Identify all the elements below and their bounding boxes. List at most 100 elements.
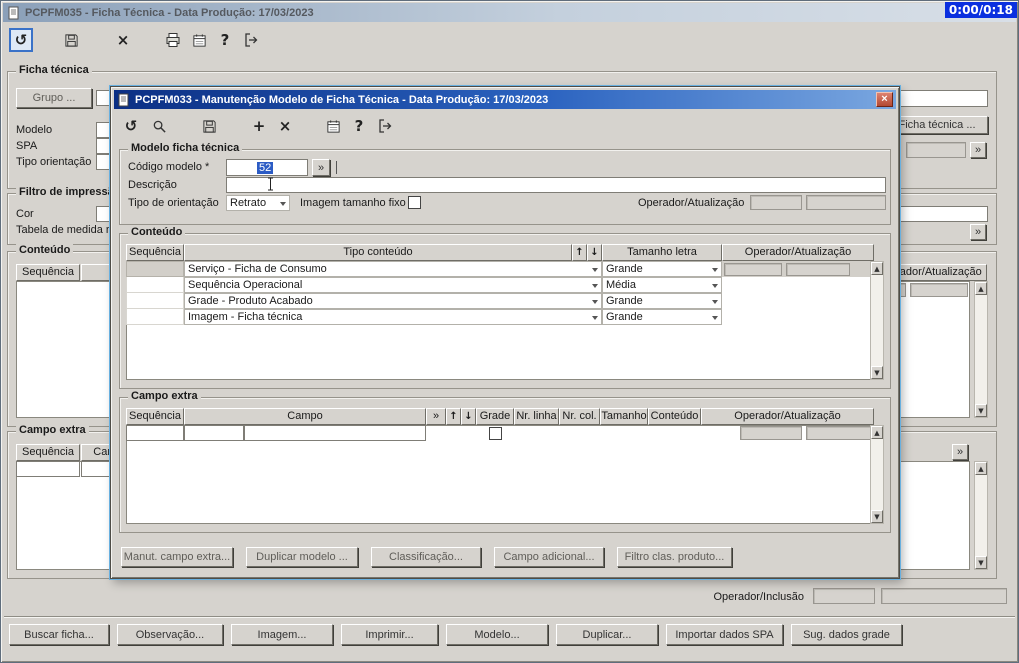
search-button[interactable] [147, 114, 171, 138]
codigo-modelo-input[interactable]: 52 [226, 159, 308, 176]
campo-column-header[interactable]: Campo [184, 408, 426, 425]
modelo-button[interactable]: Modelo... [446, 624, 548, 645]
ficha-tecnica-button[interactable]: Ficha técnica ... [886, 116, 988, 134]
add-button[interactable]: + [247, 114, 271, 138]
sequencia-cell[interactable] [126, 277, 184, 293]
refresh-button[interactable]: ↺ [119, 114, 143, 138]
fieldset-conteudo: Conteúdo Sequência Tipo conteúdo ↑ ↓ Tam… [119, 226, 891, 389]
manut-campo-extra-button[interactable]: Manut. campo extra... [121, 547, 233, 567]
more-options-button[interactable]: » [952, 444, 968, 460]
dialog-titlebar[interactable]: PCPFM033 - Manutenção Modelo de Ficha Té… [114, 90, 896, 109]
move-up-header-button[interactable]: ↑ [572, 244, 587, 261]
sug-dados-grade-button[interactable]: Sug. dados grade [791, 624, 902, 645]
save-button[interactable] [59, 28, 83, 52]
scroll-up-button[interactable]: ▲ [871, 262, 883, 275]
tamanho-letra-select[interactable]: Média [602, 277, 722, 293]
descricao-input[interactable] [226, 177, 886, 193]
campo-lookup-header-button[interactable]: » [426, 408, 446, 425]
conteudo-column-header[interactable]: Conteúdo [648, 408, 701, 425]
scroll-down-button[interactable]: ▼ [975, 404, 987, 417]
nr-linha-column-header[interactable]: Nr. linha [514, 408, 559, 425]
modelo-label: Modelo [16, 124, 53, 136]
tamanho-letra-select[interactable]: Grande [602, 309, 722, 325]
tipo-conteudo-select[interactable]: Grade - Produto Acabado [184, 293, 602, 309]
operador-column-header[interactable]: Operador/Atualização [701, 408, 874, 425]
scroll-down-button[interactable]: ▼ [871, 366, 883, 379]
sequencia-column-header[interactable]: Sequência [126, 244, 184, 261]
scroll-up-button[interactable]: ▲ [871, 426, 883, 439]
selected-option: Grande [606, 311, 643, 323]
readonly-operador-cell [910, 283, 968, 297]
sequencia-cell[interactable] [126, 309, 184, 325]
conteudo-scrollbar[interactable]: ▲ ▼ [870, 261, 884, 380]
imagem-tamanho-fixo-checkbox[interactable] [408, 196, 421, 209]
duplicar-button[interactable]: Duplicar... [556, 624, 658, 645]
tamanho-column-header[interactable]: Tamanho [600, 408, 648, 425]
observacao-button[interactable]: Observação... [117, 624, 223, 645]
scroll-down-button[interactable]: ▼ [975, 556, 987, 569]
save-button[interactable] [197, 114, 221, 138]
grupo-button[interactable]: Grupo ... [16, 88, 92, 108]
tamanho-letra-select[interactable]: Grande [602, 261, 722, 277]
print-button[interactable] [161, 28, 185, 52]
tipo-conteudo-select[interactable]: Imagem - Ficha técnica [184, 309, 602, 325]
dialog-close-button[interactable]: × [876, 92, 893, 107]
conteudo-scrollbar[interactable]: ▲ ▼ [974, 281, 988, 418]
scroll-up-button[interactable]: ▲ [975, 462, 987, 475]
scroll-up-button[interactable]: ▲ [975, 282, 987, 295]
sequencia-column-header[interactable]: Sequência [126, 408, 184, 425]
sequencia-cell-input[interactable] [126, 425, 184, 441]
calendar-icon [192, 33, 206, 47]
dropdown-arrow-icon [712, 316, 718, 320]
campo-extra-scrollbar[interactable]: ▲ ▼ [974, 461, 988, 570]
move-up-header-button[interactable]: ↑ [446, 408, 461, 425]
duplicar-modelo-button[interactable]: Duplicar modelo ... [246, 547, 358, 567]
bottom-divider [4, 616, 1015, 618]
grade-column-header[interactable]: Grade [476, 408, 514, 425]
close-icon: × [881, 93, 888, 105]
campo-description-cell-input[interactable] [244, 425, 426, 441]
scroll-down-button[interactable]: ▼ [871, 510, 883, 523]
tipo-conteudo-column-header[interactable]: Tipo conteúdo [184, 244, 572, 261]
sequencia-column-header[interactable]: Sequência [16, 444, 80, 461]
imprimir-button[interactable]: Imprimir... [341, 624, 438, 645]
exit-button[interactable] [373, 114, 397, 138]
refresh-button[interactable]: ↺ [9, 28, 33, 52]
sequencia-cell[interactable] [126, 261, 184, 277]
help-button[interactable]: ? [213, 28, 237, 52]
calendar-button[interactable] [321, 114, 345, 138]
campo-extra-scrollbar[interactable]: ▲ ▼ [870, 425, 884, 524]
importar-dados-spa-button[interactable]: Importar dados SPA [666, 624, 783, 645]
sequencia-cell-field[interactable] [16, 461, 80, 477]
tipo-orientacao-select[interactable]: Retrato [226, 195, 290, 211]
codigo-lookup-button[interactable]: » [312, 159, 330, 176]
help-button[interactable]: ? [347, 114, 371, 138]
fieldset-legend: Modelo ficha técnica [128, 142, 243, 154]
sequencia-cell[interactable] [126, 293, 184, 309]
more-options-button[interactable]: » [970, 142, 986, 158]
grade-checkbox[interactable] [489, 427, 502, 440]
tipo-conteudo-select[interactable]: Serviço - Ficha de Consumo [184, 261, 602, 277]
filtro-clas-produto-button[interactable]: Filtro clas. produto... [617, 547, 732, 567]
tipo-conteudo-select[interactable]: Sequência Operacional [184, 277, 602, 293]
move-down-header-button[interactable]: ↓ [461, 408, 476, 425]
text-cursor [268, 177, 273, 191]
double-chevron-icon: » [317, 161, 325, 174]
campo-adicional-button[interactable]: Campo adicional... [494, 547, 604, 567]
operador-column-header[interactable]: Operador/Atualização [722, 244, 874, 261]
buscar-ficha-button[interactable]: Buscar ficha... [9, 624, 109, 645]
campo-code-cell-input[interactable] [184, 425, 244, 441]
tamanho-letra-column-header[interactable]: Tamanho letra [602, 244, 722, 261]
move-down-header-button[interactable]: ↓ [587, 244, 602, 261]
nr-col-column-header[interactable]: Nr. col. [559, 408, 600, 425]
imagem-button[interactable]: Imagem... [231, 624, 333, 645]
delete-button[interactable]: × [111, 28, 135, 52]
exit-button[interactable] [239, 28, 263, 52]
tamanho-letra-select[interactable]: Grande [602, 293, 722, 309]
sequencia-column-header[interactable]: Sequência [16, 264, 80, 281]
classificacao-button[interactable]: Classificação... [371, 547, 481, 567]
main-titlebar[interactable]: PCPFM035 - Ficha Técnica - Data Produção… [3, 3, 1016, 22]
calendar-button[interactable] [187, 28, 211, 52]
more-options-button[interactable]: » [970, 224, 986, 240]
delete-button[interactable]: × [273, 114, 297, 138]
